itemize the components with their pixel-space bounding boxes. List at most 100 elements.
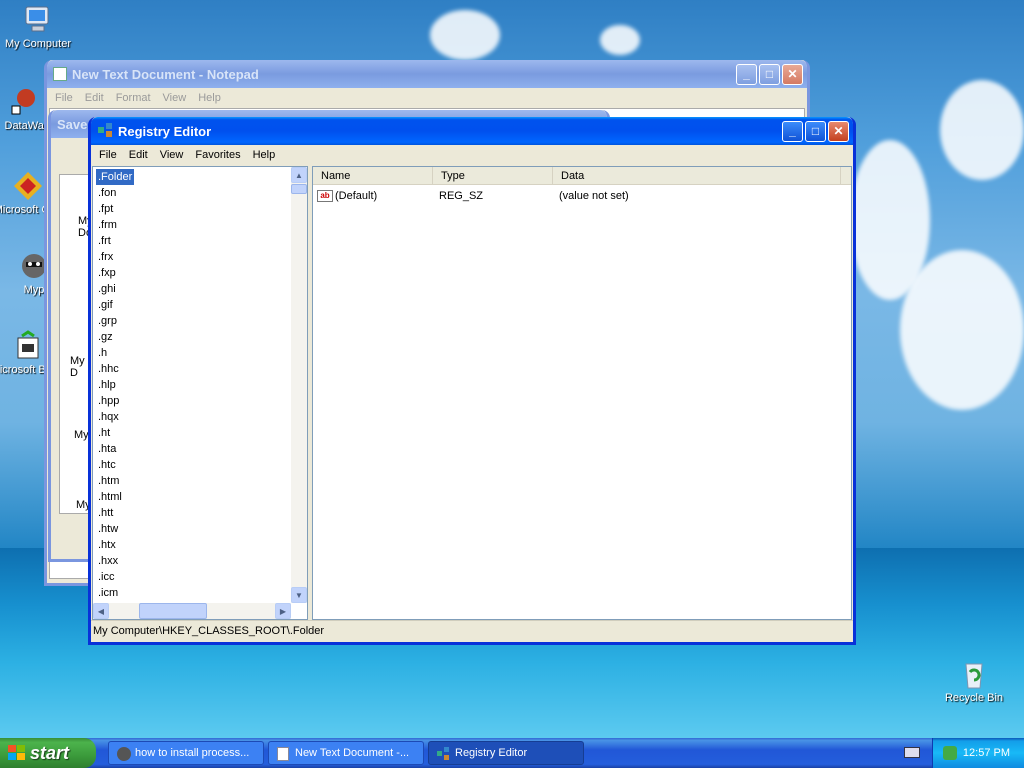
value-data: (value not set) [559, 190, 629, 202]
start-label: start [30, 742, 70, 763]
tree-item[interactable]: .htt [96, 505, 134, 521]
minimize-button[interactable]: _ [782, 120, 803, 142]
scroll-left-button[interactable]: ◀ [93, 603, 109, 619]
menu-view[interactable]: View [157, 92, 193, 104]
scroll-down-button[interactable]: ▼ [291, 587, 307, 603]
menu-view[interactable]: View [154, 149, 190, 161]
minimize-button[interactable]: _ [736, 63, 757, 85]
menu-help[interactable]: Help [247, 149, 282, 161]
system-tray: 12:57 PM [932, 738, 1024, 768]
tree-item[interactable]: .hta [96, 441, 134, 457]
network-icon[interactable] [943, 746, 957, 760]
regedit-window[interactable]: Registry Editor _ □ ✕ File Edit View Fav… [88, 117, 856, 645]
registry-values-list[interactable]: Name Type Data ab (Default) REG_SZ (valu… [312, 166, 852, 620]
menu-favorites[interactable]: Favorites [189, 149, 246, 161]
menu-file[interactable]: File [49, 92, 79, 104]
tree-item[interactable]: .fon [96, 185, 134, 201]
menu-help[interactable]: Help [192, 92, 227, 104]
column-header-type[interactable]: Type [433, 167, 553, 184]
tree-items: .Folder .fon .fpt .frm .frt .frx .fxp .ghi .gif.… [96, 169, 135, 601]
status-path: My Computer\HKEY_CLASSES_ROOT\.Folder [93, 625, 325, 637]
scroll-thumb[interactable] [291, 184, 307, 194]
notepad-menubar: File Edit Format View Help [47, 88, 807, 108]
keyboard-icon[interactable] [904, 747, 920, 758]
tree-item[interactable]: .icm [96, 585, 134, 601]
visual-basic-icon [12, 330, 44, 362]
tree-item[interactable]: .icc [96, 569, 134, 585]
close-button[interactable]: ✕ [828, 120, 849, 142]
scroll-up-button[interactable]: ▲ [291, 167, 307, 183]
tree-item[interactable]: .hlp [96, 377, 134, 393]
taskbar-item-regedit[interactable]: Registry Editor [428, 741, 584, 765]
value-name: (Default) [335, 190, 378, 202]
maximize-button[interactable]: □ [759, 63, 780, 85]
tree-item[interactable]: .hpp [96, 393, 134, 409]
column-header-name[interactable]: Name [313, 167, 433, 184]
tree-item[interactable]: .ghi [96, 281, 134, 297]
taskbar-item-label: Registry Editor [455, 747, 528, 759]
tree-item[interactable]: .html [96, 489, 134, 505]
taskbar: start how to install process... New Text… [0, 738, 1024, 768]
recycle-bin-icon [958, 658, 990, 690]
notepad-titlebar[interactable]: New Text Document - Notepad _ □ ✕ [47, 60, 807, 88]
status-bar: My Computer\HKEY_CLASSES_ROOT\.Folder [91, 620, 853, 642]
menu-edit[interactable]: Edit [123, 149, 154, 161]
tree-horizontal-scrollbar[interactable]: ◀ ▶ [93, 603, 291, 619]
menu-file[interactable]: File [93, 149, 123, 161]
tree-item[interactable]: .hxx [96, 553, 134, 569]
tree-item[interactable]: .gif [96, 297, 134, 313]
notepad-icon [277, 747, 289, 761]
scroll-right-button[interactable]: ▶ [275, 603, 291, 619]
windows-logo-icon [8, 745, 26, 766]
menu-format[interactable]: Format [110, 92, 157, 104]
tree-item[interactable]: .htc [96, 457, 134, 473]
desktop-icon-my-computer[interactable]: My Computer [0, 4, 76, 50]
tree-item[interactable]: .htw [96, 521, 134, 537]
save-dialog-title: Save [57, 116, 88, 132]
tree-item[interactable]: .frm [96, 217, 134, 233]
tree-vertical-scrollbar[interactable]: ▲ ▼ [291, 167, 307, 603]
tree-item[interactable]: .h [96, 345, 134, 361]
taskbar-item-label: New Text Document -... [295, 747, 410, 759]
raccoon-icon [117, 747, 131, 761]
tree-item[interactable]: .frx [96, 249, 134, 265]
column-header-data[interactable]: Data [553, 167, 841, 184]
taskbar-item-notepad[interactable]: New Text Document -... [268, 741, 424, 765]
regedit-panes: .Folder .fon .fpt .frm .frt .frx .fxp .ghi .gif.… [92, 166, 852, 620]
tree-item[interactable]: .fxp [96, 265, 134, 281]
tree-item[interactable]: .hqx [96, 409, 134, 425]
tree-item[interactable]: .hhc [96, 361, 134, 377]
menu-edit[interactable]: Edit [79, 92, 110, 104]
registry-tree[interactable]: .Folder .fon .fpt .frm .frt .frx .fxp .ghi .gif.… [92, 166, 308, 620]
tree-item[interactable]: .frt [96, 233, 134, 249]
start-button[interactable]: start [0, 738, 96, 768]
desktop-icon-label: Recycle Bin [944, 692, 1004, 704]
clock[interactable]: 12:57 PM [963, 747, 1010, 759]
tree-item[interactable]: .htx [96, 537, 134, 553]
regedit-app-icon [97, 122, 113, 141]
desktop-icon-label: My Computer [4, 38, 72, 50]
taskbar-item-label: how to install process... [135, 747, 250, 759]
tree-item[interactable]: .gz [96, 329, 134, 345]
tree-item[interactable]: .ht [96, 425, 134, 441]
scroll-thumb[interactable] [139, 603, 207, 619]
list-item[interactable]: ab (Default) REG_SZ (value not set) [313, 187, 851, 205]
tree-item[interactable]: .fpt [96, 201, 134, 217]
tree-item[interactable]: .Folder [96, 169, 135, 185]
regedit-icon [437, 747, 451, 764]
desktop-icon-recycle-bin[interactable]: Recycle Bin [936, 658, 1012, 704]
value-type: REG_SZ [439, 190, 484, 202]
regedit-titlebar[interactable]: Registry Editor _ □ ✕ [91, 117, 853, 145]
list-header: Name Type Data [313, 167, 851, 185]
regedit-title: Registry Editor [118, 123, 212, 139]
string-value-icon: ab [317, 190, 333, 202]
taskbar-item-browser[interactable]: how to install process... [108, 741, 264, 765]
datawar-icon [10, 86, 42, 118]
visual-cpp-icon [12, 170, 44, 202]
maximize-button[interactable]: □ [805, 120, 826, 142]
place-label[interactable]: My [74, 429, 89, 441]
computer-icon [22, 4, 54, 36]
close-button[interactable]: ✕ [782, 63, 803, 85]
tree-item[interactable]: .grp [96, 313, 134, 329]
tree-item[interactable]: .htm [96, 473, 134, 489]
